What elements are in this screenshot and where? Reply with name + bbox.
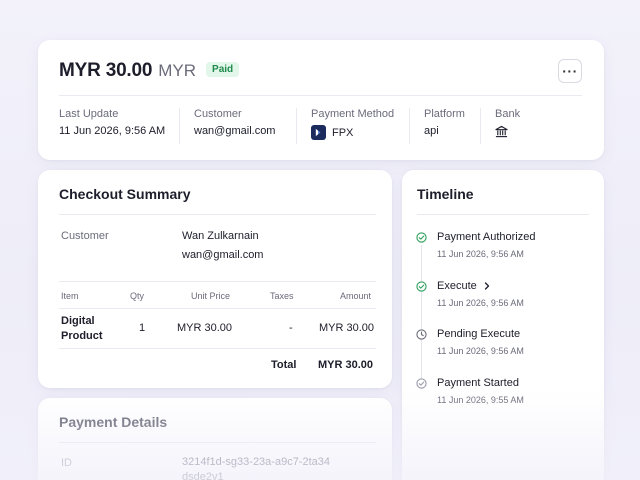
row-item-line2: Product — [61, 330, 103, 342]
timeline-connector — [421, 245, 422, 385]
bank-label: Bank — [495, 108, 521, 120]
meta-customer: Customer wan@gmail.com — [179, 108, 275, 144]
checkout-customer-name: Wan Zulkarnain — [182, 230, 259, 242]
timeline-event-time: 11 Jun 2026, 9:56 AM — [437, 346, 524, 356]
platform-value: api — [424, 125, 439, 137]
meta-payment-method: Payment Method FPX — [296, 108, 394, 144]
payment-id-value: 3214f1d-sg33-23a-a9c7-2ta34dsde2v1 — [182, 456, 331, 480]
checkout-summary-card: Checkout Summary Customer Wan Zulkarnain… — [38, 170, 392, 388]
check-circle-icon — [416, 281, 427, 292]
checkout-customer-label: Customer — [61, 230, 109, 242]
status-badge: Paid — [206, 61, 240, 77]
more-options-button[interactable]: ··· — [558, 59, 582, 83]
column-header-amount: Amount — [340, 291, 372, 301]
last-update-label: Last Update — [59, 108, 119, 120]
table-total-divider — [59, 348, 376, 349]
checkout-title-divider — [59, 214, 376, 215]
fpx-logo-icon — [311, 125, 326, 140]
timeline-event-time: 11 Jun 2026, 9:56 AM — [437, 298, 524, 308]
timeline-event-title: Payment Started — [437, 377, 519, 389]
header-divider — [59, 95, 582, 96]
last-update-value: 11 Jun 2026, 9:56 AM — [59, 125, 166, 137]
payment-currency: MYR — [158, 61, 197, 80]
timeline-event-title-row[interactable]: Execute — [437, 280, 492, 292]
timeline-card: Timeline Payment Authorized 11 Jun 2026,… — [402, 170, 604, 480]
checkout-customer-email: wan@gmail.com — [182, 249, 264, 261]
table-header-divider — [59, 308, 376, 309]
meta-platform: Platform api — [409, 108, 465, 144]
timeline-event-title: Payment Authorized — [437, 231, 536, 243]
payment-header-card: MYR 30.00 MYR Paid ··· Last Update 11 Ju… — [38, 40, 604, 160]
payment-amount: MYR 30.00 — [59, 60, 153, 81]
platform-label: Platform — [424, 108, 465, 120]
payment-details-divider — [59, 442, 376, 443]
timeline-event-title: Pending Execute — [437, 328, 521, 340]
more-horizontal-icon: ··· — [562, 63, 578, 79]
meta-last-update: Last Update 11 Jun 2026, 9:56 AM — [59, 108, 165, 144]
payment-id-label: ID — [61, 457, 72, 469]
clock-icon — [416, 329, 427, 340]
bank-icon — [495, 125, 508, 138]
customer-label: Customer — [194, 108, 242, 120]
table-top-divider — [59, 281, 376, 282]
check-circle-icon — [416, 378, 427, 389]
timeline-event-time: 11 Jun 2026, 9:55 AM — [437, 395, 524, 405]
customer-email-value: wan@gmail.com — [194, 125, 276, 137]
amount-row: MYR 30.00 MYR Paid — [59, 60, 240, 82]
timeline-title: Timeline — [417, 186, 474, 202]
row-qty: 1 — [139, 322, 146, 334]
column-header-unit-price: Unit Price — [191, 291, 231, 301]
row-item-line1: Digital — [61, 315, 95, 327]
payment-details-card: Payment Details ID 3214f1d-sg33-23a-a9c7… — [38, 398, 392, 480]
column-header-qty: Qty — [130, 291, 145, 301]
timeline-title-divider — [417, 214, 589, 215]
checkout-summary-title: Checkout Summary — [59, 186, 191, 202]
total-value: MYR 30.00 — [318, 359, 374, 371]
check-circle-icon — [416, 232, 427, 243]
meta-bank: Bank — [480, 108, 520, 144]
bank-value — [495, 125, 520, 138]
column-header-item: Item — [61, 291, 79, 301]
payment-details-title: Payment Details — [59, 414, 168, 430]
column-header-taxes: Taxes — [270, 291, 294, 301]
row-taxes: - — [289, 322, 293, 334]
payment-method-label: Payment Method — [311, 108, 395, 120]
chevron-right-icon[interactable] — [482, 281, 492, 291]
timeline-event-title: Execute — [437, 280, 477, 292]
payment-method-value: FPX — [311, 125, 394, 140]
row-unit-price: MYR 30.00 — [177, 322, 233, 334]
timeline-event-time: 11 Jun 2026, 9:56 AM — [437, 249, 524, 259]
total-label: Total — [271, 359, 297, 371]
payment-method-text: FPX — [332, 126, 354, 139]
row-amount: MYR 30.00 — [319, 322, 375, 334]
